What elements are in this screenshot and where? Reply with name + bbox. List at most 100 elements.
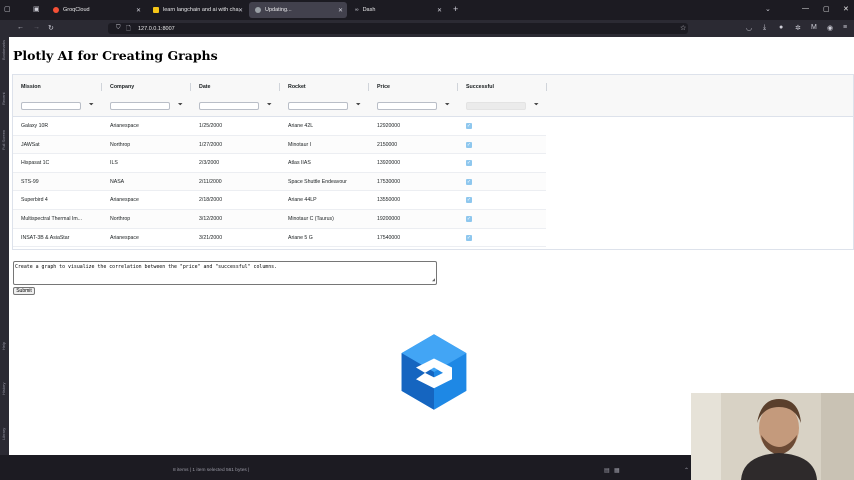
cell-company[interactable]: ILS bbox=[110, 160, 118, 166]
checkbox-checked-icon[interactable]: ✓ bbox=[466, 160, 472, 167]
chevron-down-icon[interactable]: ⌄ bbox=[765, 5, 771, 13]
cell-price[interactable]: 13920000 bbox=[377, 160, 400, 166]
cell-price[interactable]: 17530000 bbox=[377, 179, 400, 185]
pocket-icon[interactable]: ◡ bbox=[746, 24, 752, 32]
tab-langchain[interactable]: learn langchain and ai with cha ✕ bbox=[147, 2, 247, 18]
sidebar-label[interactable]: Bookmarks bbox=[1, 40, 6, 60]
price-filter-input[interactable] bbox=[377, 102, 437, 110]
cell-mission[interactable]: Galaxy 10R bbox=[21, 123, 48, 129]
cell-price[interactable]: 13550000 bbox=[377, 197, 400, 203]
checkbox-checked-icon[interactable]: ✓ bbox=[466, 178, 472, 185]
cell-price[interactable]: 17540000 bbox=[377, 235, 400, 241]
column-header-mission[interactable]: Mission bbox=[21, 84, 41, 90]
hamburger-menu-icon[interactable]: ≡ bbox=[843, 24, 847, 31]
close-window-icon[interactable]: ✕ bbox=[843, 5, 849, 13]
sidebar-label[interactable]: Full Screen bbox=[1, 130, 6, 150]
filter-icon[interactable]: ⏷ bbox=[267, 102, 272, 109]
submit-button[interactable]: Submit bbox=[13, 287, 35, 295]
cell-rocket[interactable]: Ariane 44LP bbox=[288, 197, 317, 203]
close-icon[interactable]: ✕ bbox=[437, 7, 442, 14]
extensions-icon[interactable]: ✲ bbox=[795, 24, 801, 32]
column-header-successful[interactable]: Successful bbox=[466, 84, 494, 90]
cell-company[interactable]: Northrop bbox=[110, 142, 130, 148]
table-row[interactable]: Galaxy 10R Arianespace 1/25/2000 Ariane 42L… bbox=[13, 117, 546, 136]
tab-dash[interactable]: ∞ Dash ✕ bbox=[349, 2, 446, 18]
tiles-view-icon[interactable]: ▦ bbox=[614, 467, 620, 474]
column-divider[interactable] bbox=[279, 83, 280, 91]
rocket-filter-input[interactable] bbox=[288, 102, 348, 110]
extension-globe-icon[interactable]: ◉ bbox=[827, 24, 833, 32]
cell-company[interactable]: Northrop bbox=[110, 216, 130, 222]
forward-icon[interactable]: → bbox=[33, 24, 40, 31]
close-icon[interactable]: ✕ bbox=[338, 7, 343, 14]
url-bar[interactable]: ⛉ 🗋 127.0.0.1:8007 bbox=[108, 23, 688, 34]
tab-updating[interactable]: Updating... ✕ bbox=[249, 2, 347, 18]
cell-rocket[interactable]: Space Shuttle Endeavour bbox=[288, 179, 347, 185]
cell-date[interactable]: 1/27/2000 bbox=[199, 142, 222, 148]
cell-rocket[interactable]: Ariane 42L bbox=[288, 123, 313, 129]
cell-company[interactable]: Arianespace bbox=[110, 197, 139, 203]
cell-rocket[interactable]: Atlas IIAS bbox=[288, 160, 311, 166]
filter-icon[interactable]: ⏷ bbox=[178, 102, 183, 109]
filter-icon[interactable]: ⏷ bbox=[89, 102, 94, 109]
sidebar-label[interactable]: History bbox=[1, 383, 6, 395]
cell-company[interactable]: Arianespace bbox=[110, 123, 139, 129]
checkbox-checked-icon[interactable]: ✓ bbox=[466, 141, 472, 148]
cell-date[interactable]: 3/21/2000 bbox=[199, 235, 222, 241]
tab-groqcloud[interactable]: GroqCloud ✕ bbox=[47, 2, 145, 18]
cell-rocket[interactable]: Minotaur I bbox=[288, 142, 311, 148]
cell-price[interactable]: 12920000 bbox=[377, 123, 400, 129]
cell-price[interactable]: 19200000 bbox=[377, 216, 400, 222]
column-header-rocket[interactable]: Rocket bbox=[288, 84, 306, 90]
column-divider[interactable] bbox=[101, 83, 102, 91]
column-divider[interactable] bbox=[457, 83, 458, 91]
extension-m-icon[interactable]: M bbox=[811, 24, 817, 31]
checkbox-checked-icon[interactable]: ✓ bbox=[466, 123, 472, 129]
cell-mission[interactable]: Multispectral Thermal Im... bbox=[21, 216, 82, 222]
checkbox-checked-icon[interactable]: ✓ bbox=[466, 197, 472, 204]
checkbox-checked-icon[interactable]: ✓ bbox=[466, 234, 472, 241]
chevron-up-icon[interactable]: ⌃ bbox=[684, 467, 689, 474]
cell-mission[interactable]: STS-99 bbox=[21, 179, 39, 185]
cell-company[interactable]: Arianespace bbox=[110, 235, 139, 241]
new-tab-icon[interactable]: + bbox=[453, 4, 458, 14]
column-divider[interactable] bbox=[368, 83, 369, 91]
cell-date[interactable]: 1/25/2000 bbox=[199, 123, 222, 129]
cell-date[interactable]: 3/12/2000 bbox=[199, 216, 222, 222]
maximize-icon[interactable]: ▢ bbox=[823, 5, 830, 13]
cell-mission[interactable]: JAWSat bbox=[21, 142, 40, 148]
filter-icon[interactable]: ⏷ bbox=[445, 102, 450, 109]
date-filter-input[interactable] bbox=[199, 102, 259, 110]
cell-price[interactable]: 2150000 bbox=[377, 142, 397, 148]
filter-icon[interactable]: ⏷ bbox=[356, 102, 361, 109]
tab-overview-icon[interactable]: ▣ bbox=[33, 5, 40, 13]
cell-mission[interactable]: Hispasat 1C bbox=[21, 160, 49, 166]
table-row[interactable]: STS-99 NASA 2/11/2000 Space Shuttle Endeavo… bbox=[13, 172, 546, 192]
menu-icon[interactable]: ▢ bbox=[4, 5, 11, 13]
cell-rocket[interactable]: Ariane 5 G bbox=[288, 235, 313, 241]
filter-icon[interactable]: ⏷ bbox=[534, 102, 539, 109]
checkbox-checked-icon[interactable]: ✓ bbox=[466, 216, 472, 222]
company-filter-input[interactable] bbox=[110, 102, 170, 110]
cell-date[interactable]: 2/11/2000 bbox=[199, 179, 222, 185]
resize-handle-icon[interactable]: ◢ bbox=[432, 277, 435, 283]
downloads-icon[interactable]: ⤓ bbox=[763, 24, 766, 32]
column-header-company[interactable]: Company bbox=[110, 84, 134, 90]
prompt-textarea[interactable]: Create a graph to visualize the correlat… bbox=[13, 261, 437, 285]
cell-mission[interactable]: INSAT-3B & AsiaStar bbox=[21, 235, 69, 241]
reload-icon[interactable]: ↻ bbox=[48, 24, 54, 32]
back-icon[interactable]: ← bbox=[17, 24, 24, 31]
mission-filter-input[interactable] bbox=[21, 102, 81, 110]
table-row[interactable]: Hispasat 1C ILS 2/3/2000 Atlas IIAS 13920000… bbox=[13, 154, 546, 173]
column-header-price[interactable]: Price bbox=[377, 84, 390, 90]
close-icon[interactable]: ✕ bbox=[238, 7, 243, 14]
cell-rocket[interactable]: Minotaur C (Taurus) bbox=[288, 216, 334, 222]
cell-company[interactable]: NASA bbox=[110, 179, 124, 185]
cell-date[interactable]: 2/18/2000 bbox=[199, 197, 222, 203]
table-row[interactable]: Multispectral Thermal Im... Northrop 3/12/… bbox=[13, 210, 546, 229]
bookmark-star-icon[interactable]: ☆ bbox=[680, 24, 686, 32]
close-icon[interactable]: ✕ bbox=[136, 7, 141, 14]
column-header-date[interactable]: Date bbox=[199, 84, 210, 90]
details-view-icon[interactable]: ▤ bbox=[604, 467, 610, 474]
sidebar-label[interactable]: Recent bbox=[1, 92, 6, 105]
